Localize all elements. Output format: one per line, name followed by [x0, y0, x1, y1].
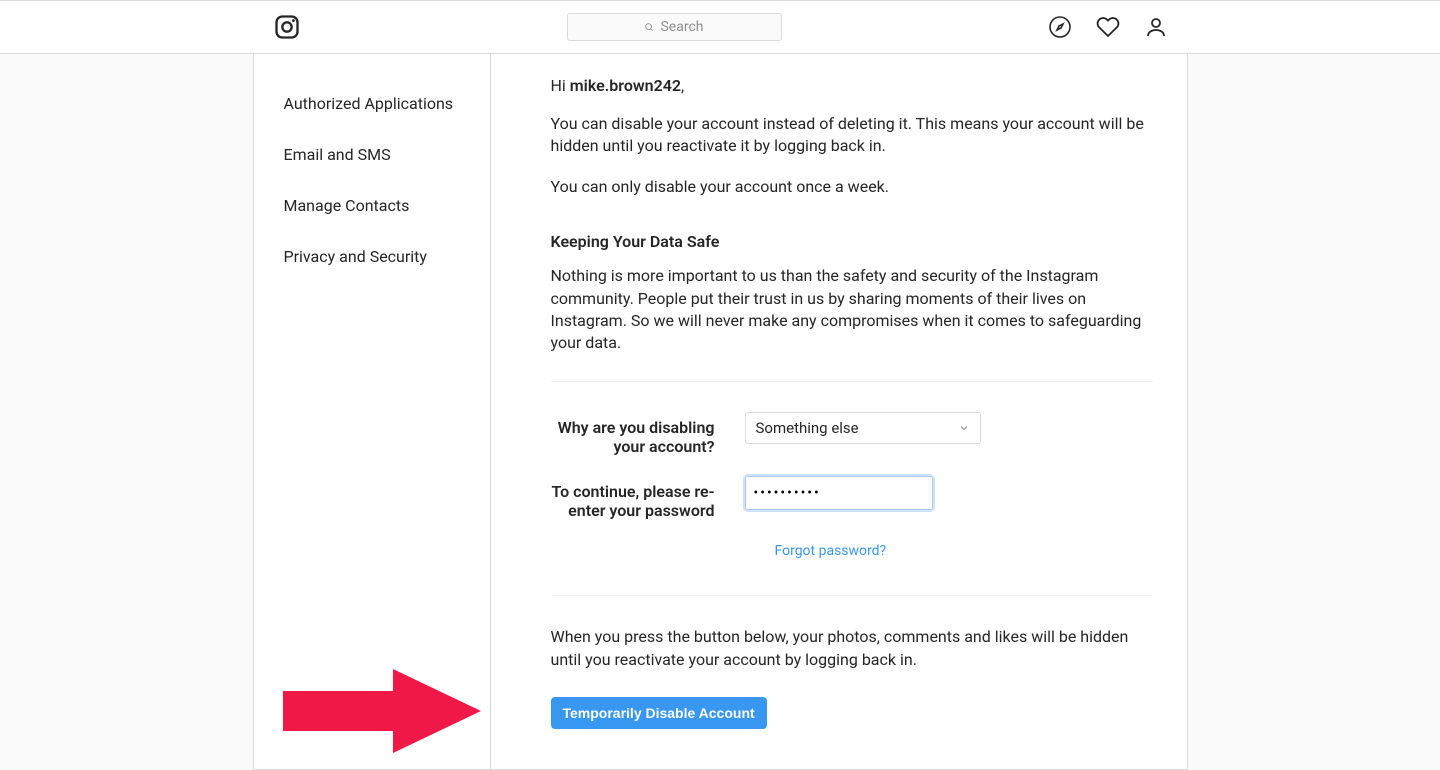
search-input[interactable]: Search [567, 13, 782, 41]
safe-heading: Keeping Your Data Safe [551, 232, 1153, 251]
sidebar-item-authorized-apps[interactable]: Authorized Applications [254, 78, 490, 129]
forgot-password-link[interactable]: Forgot password? [775, 543, 887, 559]
heart-icon[interactable] [1096, 15, 1120, 39]
password-row: To continue, please re-enter your passwo… [551, 476, 1153, 520]
reason-label: Why are you disabling your account? [551, 412, 745, 456]
sidebar-item-manage-contacts[interactable]: Manage Contacts [254, 180, 490, 231]
sidebar-item-label: Email and SMS [284, 145, 391, 164]
sidebar-item-label: Privacy and Security [284, 247, 427, 266]
instagram-logo-icon[interactable] [273, 13, 301, 41]
note-paragraph: When you press the button below, your ph… [551, 626, 1153, 671]
reason-value: Something else [756, 419, 859, 437]
intro-paragraph: You can disable your account instead of … [551, 113, 1153, 158]
main-content: Hi mike.brown242, You can disable your a… [491, 54, 1187, 769]
password-input[interactable] [745, 476, 933, 510]
sidebar-item-label: Manage Contacts [284, 196, 410, 215]
top-nav: Search [0, 0, 1440, 54]
sidebar-item-label: Authorized Applications [284, 94, 454, 113]
password-label: To continue, please re-enter your passwo… [551, 476, 745, 520]
search-icon [644, 22, 654, 32]
reason-select[interactable]: Something else [745, 412, 981, 444]
divider [551, 595, 1153, 596]
explore-icon[interactable] [1048, 15, 1072, 39]
username: mike.brown242 [570, 76, 681, 95]
greeting-line: Hi mike.brown242, [551, 76, 1153, 95]
search-placeholder: Search [660, 19, 703, 35]
divider [551, 381, 1153, 382]
settings-sidebar: Authorized Applications Email and SMS Ma… [254, 54, 491, 769]
settings-panel: Authorized Applications Email and SMS Ma… [253, 54, 1188, 770]
limit-paragraph: You can only disable your account once a… [551, 176, 1153, 198]
reason-row: Why are you disabling your account? Some… [551, 412, 1153, 456]
sidebar-item-privacy-security[interactable]: Privacy and Security [254, 231, 490, 282]
chevron-down-icon [958, 422, 970, 434]
profile-icon[interactable] [1144, 15, 1168, 39]
sidebar-item-email-sms[interactable]: Email and SMS [254, 129, 490, 180]
temporarily-disable-button[interactable]: Temporarily Disable Account [551, 697, 767, 729]
safe-paragraph: Nothing is more important to us than the… [551, 265, 1153, 355]
